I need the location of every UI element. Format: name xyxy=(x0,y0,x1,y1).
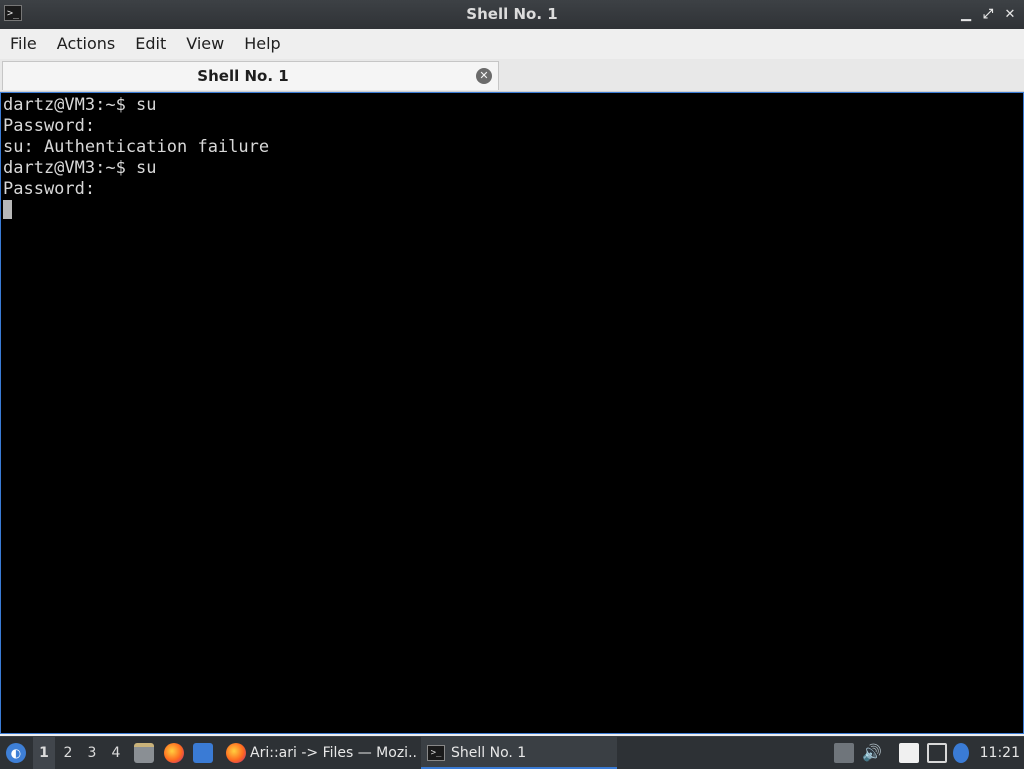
workspace-2[interactable]: 2 xyxy=(57,737,79,769)
tab-label: Shell No. 1 xyxy=(197,67,289,85)
close-icon[interactable]: ✕ xyxy=(476,68,492,84)
update-notifier-icon[interactable] xyxy=(953,743,969,763)
menu-view[interactable]: View xyxy=(176,29,234,59)
menu-file[interactable]: File xyxy=(0,29,47,59)
tray-arrow-icon[interactable] xyxy=(834,743,854,763)
terminal-view[interactable]: dartz@VM3:~$ su Password: su: Authenticati… xyxy=(0,92,1024,734)
menu-bar: File Actions Edit View Help xyxy=(0,29,1024,59)
workspace-4[interactable]: 4 xyxy=(105,737,127,769)
terminal-line: Password: xyxy=(3,179,96,199)
tab-bar: Shell No. 1 ✕ xyxy=(0,59,1024,92)
terminal-line: su: Authentication failure xyxy=(3,137,270,157)
volume-icon[interactable]: 🔊 xyxy=(862,743,882,763)
terminal-line: dartz@VM3:~$ su xyxy=(3,95,157,115)
text-cursor xyxy=(3,200,12,219)
app-menu-icon[interactable]: ◐ xyxy=(6,743,26,763)
network-icon[interactable] xyxy=(927,743,947,763)
cursor-line xyxy=(3,200,269,221)
menu-actions[interactable]: Actions xyxy=(47,29,125,59)
terminal-line: dartz@VM3:~$ su xyxy=(3,158,157,178)
close-window-icon[interactable]: ✕ xyxy=(1004,7,1016,22)
clock[interactable]: 11:21 xyxy=(980,737,1020,769)
task-shell[interactable]: >_ Shell No. 1 xyxy=(421,737,617,769)
terminal-line: Password: xyxy=(3,116,96,136)
clipboard-icon[interactable] xyxy=(899,743,919,763)
minimize-icon[interactable]: ▁ xyxy=(960,7,972,22)
file-manager-icon[interactable] xyxy=(134,743,154,763)
task-firefox[interactable]: Ari::ari -> Files — Mozi... xyxy=(222,737,418,769)
terminal-output: dartz@VM3:~$ su Password: su: Authenticati… xyxy=(3,95,269,221)
menu-help[interactable]: Help xyxy=(234,29,290,59)
taskbar: ◐ 1 2 3 4 Ari::ari -> Files — Mozi... >_… xyxy=(0,736,1024,769)
firefox-icon xyxy=(226,743,246,763)
task-label: Shell No. 1 xyxy=(451,745,527,761)
workspace-1[interactable]: 1 xyxy=(33,737,55,769)
window-controls: ▁ ⤢ ✕ xyxy=(960,0,1016,29)
task-label: Ari::ari -> Files — Mozi... xyxy=(250,745,418,761)
menu-edit[interactable]: Edit xyxy=(125,29,176,59)
tab-shell-1[interactable]: Shell No. 1 ✕ xyxy=(2,61,499,90)
title-bar[interactable]: >_ Shell No. 1 ▁ ⤢ ✕ xyxy=(0,0,1024,29)
terminal-icon: >_ xyxy=(427,745,445,761)
window-title: Shell No. 1 xyxy=(466,5,558,23)
firefox-icon[interactable] xyxy=(164,743,184,763)
restore-icon[interactable]: ⤢ xyxy=(982,7,994,22)
terminal-window: >_ Shell No. 1 ▁ ⤢ ✕ File Actions Edit V… xyxy=(0,0,1024,736)
workspace-3[interactable]: 3 xyxy=(81,737,103,769)
desktop-icon[interactable] xyxy=(193,743,213,763)
